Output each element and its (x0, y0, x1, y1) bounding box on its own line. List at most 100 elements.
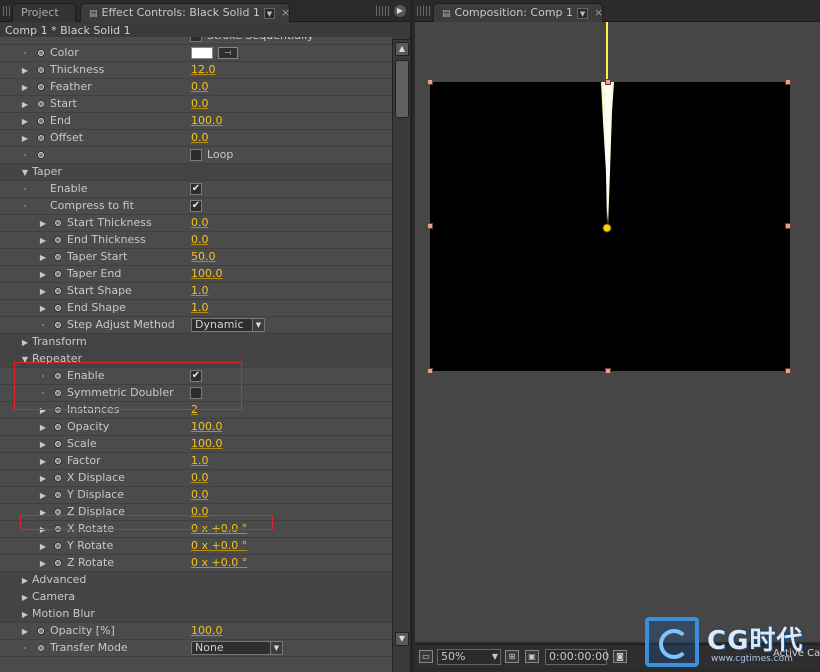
chevron-right-icon[interactable]: ▶ (20, 606, 30, 623)
chevron-right-icon[interactable]: ▶ (38, 555, 48, 572)
chevron-right-icon[interactable]: ▶ (38, 419, 48, 436)
frame-handle[interactable] (785, 79, 791, 85)
property-row[interactable]: ▶ End 100.0 (0, 113, 392, 130)
property-value[interactable]: 0.0 (191, 215, 209, 231)
property-dropdown[interactable]: None ▼ (191, 641, 283, 655)
section-row[interactable]: ▶ Camera (0, 589, 392, 606)
frame-handle[interactable] (427, 79, 433, 85)
chevron-right-icon[interactable]: ▶ (38, 521, 48, 538)
checkbox[interactable] (190, 387, 202, 399)
property-row[interactable]: ▶ X Displace 0.0 (0, 470, 392, 487)
property-row[interactable]: ▶ Instances 2 (0, 402, 392, 419)
stopwatch-icon[interactable] (54, 287, 62, 295)
composition-viewer[interactable] (415, 22, 820, 642)
stopwatch-icon[interactable] (54, 440, 62, 448)
property-value[interactable]: 1.0 (191, 283, 209, 299)
stopwatch-icon[interactable] (54, 253, 62, 261)
property-row[interactable]: Transfer Mode None ▼ (0, 640, 392, 657)
property-value[interactable]: 0.0 (191, 470, 209, 486)
property-row[interactable]: ▶ Y Rotate 0 x +0.0 ° (0, 538, 392, 555)
section-row[interactable]: ▶ Advanced (0, 572, 392, 589)
property-row[interactable]: ▶ Offset 0.0 (0, 130, 392, 147)
chevron-right-icon[interactable]: ▶ (38, 232, 48, 249)
tab-dropdown-icon[interactable]: ▼ (263, 7, 275, 19)
property-row[interactable]: ▶ Start Thickness 0.0 (0, 215, 392, 232)
close-icon[interactable]: × (281, 6, 290, 19)
frame-handle[interactable] (427, 223, 433, 229)
property-row[interactable]: ▶ Opacity 100.0 (0, 419, 392, 436)
frame-handle[interactable] (605, 368, 611, 374)
property-value[interactable]: 1.0 (191, 453, 209, 469)
property-dropdown[interactable]: Dynamic ▼ (191, 318, 265, 332)
property-value[interactable]: 100.0 (191, 113, 223, 129)
checkbox[interactable] (190, 37, 202, 42)
panel-menu-icon[interactable]: ▶ (394, 5, 406, 17)
property-value[interactable]: 0.0 (191, 130, 209, 146)
stopwatch-icon[interactable] (37, 100, 45, 108)
lock-icon[interactable]: ▤ (89, 5, 98, 23)
property-row[interactable]: ▶ Start 0.0 (0, 96, 392, 113)
grid-icon[interactable]: ⊞ (505, 650, 519, 663)
chevron-down-icon[interactable]: ▼ (20, 351, 30, 368)
stopwatch-icon[interactable] (37, 627, 45, 635)
camera-snapshot-icon[interactable]: ◙ (613, 650, 627, 663)
property-row[interactable]: Symmetric Doubler (0, 385, 392, 402)
chevron-right-icon[interactable]: ▶ (38, 249, 48, 266)
chevron-right-icon[interactable]: ▶ (38, 538, 48, 555)
panel-grip-icon[interactable] (376, 6, 390, 16)
property-row[interactable]: Enable ✔ (0, 181, 392, 198)
property-row[interactable]: ▶ Taper Start 50.0 (0, 249, 392, 266)
property-row[interactable]: ▶ Opacity [%] 100.0 (0, 623, 392, 640)
property-row[interactable]: ▶ X Rotate 0 x +0.0 ° (0, 521, 392, 538)
stopwatch-icon[interactable] (54, 321, 62, 329)
chevron-right-icon[interactable]: ▶ (38, 215, 48, 232)
chevron-right-icon[interactable]: ▶ (20, 589, 30, 606)
scroll-up-icon[interactable]: ▲ (395, 42, 409, 56)
property-row[interactable]: ▶ Start Shape 1.0 (0, 283, 392, 300)
property-row[interactable]: Enable ✔ (0, 368, 392, 385)
section-row[interactable]: ▶ Motion Blur (0, 606, 392, 623)
zoom-select[interactable]: 50% ▼ (437, 649, 501, 665)
checkbox[interactable]: ✔ (190, 370, 202, 382)
chevron-right-icon[interactable]: ▶ (38, 470, 48, 487)
chevron-right-icon[interactable]: ▶ (38, 453, 48, 470)
scroll-down-icon[interactable]: ▼ (395, 632, 409, 646)
property-value[interactable]: 0 x +0.0 ° (191, 521, 247, 537)
stopwatch-icon[interactable] (37, 49, 45, 57)
stopwatch-icon[interactable] (54, 474, 62, 482)
anchor-point-icon[interactable] (602, 223, 612, 233)
property-value[interactable]: 0 x +0.0 ° (191, 538, 247, 554)
stopwatch-icon[interactable] (54, 236, 62, 244)
frame-handle[interactable] (785, 368, 791, 374)
property-row[interactable]: ▶ Factor 1.0 (0, 453, 392, 470)
monitor-icon[interactable]: ▭ (419, 650, 433, 663)
property-row[interactable]: ▶ Y Displace 0.0 (0, 487, 392, 504)
tab-dropdown-icon[interactable]: ▼ (577, 7, 589, 19)
chevron-right-icon[interactable]: ▶ (20, 96, 30, 113)
checkbox[interactable]: ✔ (190, 183, 202, 195)
property-value[interactable]: 0.0 (191, 232, 209, 248)
stopwatch-icon[interactable] (54, 304, 62, 312)
timecode-display[interactable]: 0:00:00:00 (545, 649, 609, 665)
chevron-down-icon[interactable]: ▼ (20, 164, 30, 181)
chevron-right-icon[interactable]: ▶ (20, 623, 30, 640)
property-value[interactable]: 12.0 (191, 62, 216, 78)
stopwatch-icon[interactable] (37, 117, 45, 125)
property-value[interactable]: 2 (191, 402, 198, 418)
stopwatch-icon[interactable] (54, 525, 62, 533)
property-value[interactable]: 0 x +0.0 ° (191, 555, 247, 571)
stopwatch-icon[interactable] (37, 66, 45, 74)
property-value[interactable]: 0.0 (191, 504, 209, 520)
scrollbar[interactable]: ▲ ▼ (392, 40, 410, 672)
stopwatch-icon[interactable] (54, 508, 62, 516)
property-value[interactable]: 100.0 (191, 266, 223, 282)
chevron-right-icon[interactable]: ▶ (20, 130, 30, 147)
chevron-right-icon[interactable]: ▶ (20, 334, 30, 351)
chevron-right-icon[interactable]: ▶ (38, 402, 48, 419)
stopwatch-icon[interactable] (54, 542, 62, 550)
chevron-right-icon[interactable]: ▶ (38, 300, 48, 317)
eyedropper-icon[interactable]: ⟞ (218, 47, 238, 59)
property-row[interactable]: Color ⟞ (0, 45, 392, 62)
property-row[interactable]: ▶ End Thickness 0.0 (0, 232, 392, 249)
stopwatch-icon[interactable] (54, 457, 62, 465)
